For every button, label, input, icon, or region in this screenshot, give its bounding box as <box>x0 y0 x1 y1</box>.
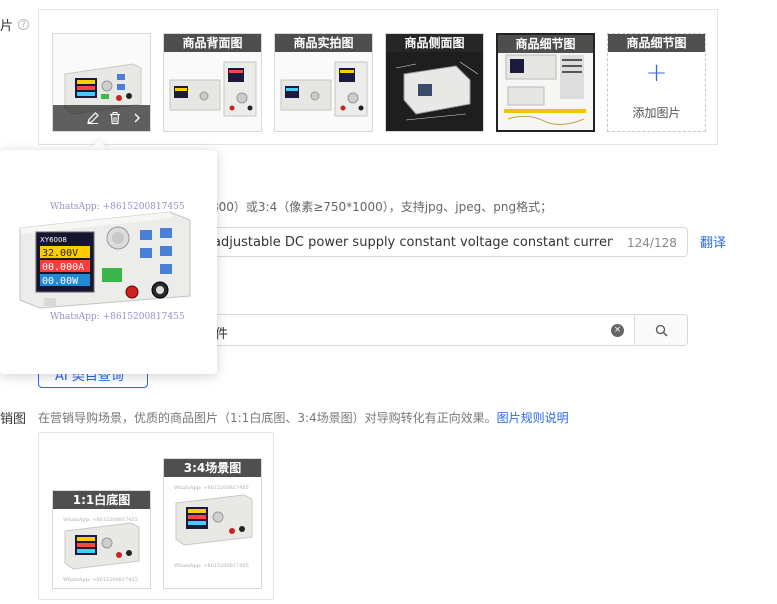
power-readout: 00.00W <box>42 276 79 287</box>
thumb-title: 3:4场景图 <box>164 459 261 477</box>
main-images-panel: 商品背面图 商品实拍图 商品侧面图 商品细节图 商品细节图 + 添加图片 <box>38 9 718 145</box>
main-image-thumb-1[interactable] <box>52 33 151 132</box>
main-image-thumb-2[interactable]: 商品背面图 <box>163 33 262 132</box>
thumb-toolbar <box>53 105 150 131</box>
marketing-images-label: 销图 <box>0 412 27 427</box>
power-supply-preview-photo: XY6008 32.00V 00.000A 00.00W <box>19 211 191 309</box>
svg-text:WhatsApp: +8615200817455: WhatsApp: +8615200817455 <box>63 577 138 583</box>
image-rules-link[interactable]: 图片规则说明 <box>497 411 569 425</box>
thumb-title: 商品实拍图 <box>275 34 372 52</box>
watermark-bottom: WhatsApp: +8615200817455 <box>50 312 185 322</box>
category-search-input[interactable]: 件 × <box>195 314 635 346</box>
chevron-right-icon[interactable] <box>130 111 144 125</box>
main-images-label: 片 <box>0 19 14 34</box>
category-search-button[interactable] <box>634 314 688 346</box>
edit-icon[interactable] <box>86 111 100 125</box>
square-white-image[interactable]: WhatsApp: +8615200817455 WhatsApp: +8615… <box>52 490 151 589</box>
title-input[interactable]: adjustable DC power supply constant volt… <box>195 227 688 257</box>
help-icon[interactable]: ? <box>18 19 29 30</box>
marketing-hint: 在营销导购场景，优质的商品图片（1:1白底图、3:4场景图）对导购转化有正向效果… <box>38 409 569 426</box>
portrait-scene-image[interactable]: WhatsApp: +8615200817455 WhatsApp: +8615… <box>163 458 262 589</box>
plus-icon: + <box>645 58 668 88</box>
svg-text:WhatsApp: +8615200817455: WhatsApp: +8615200817455 <box>174 563 249 569</box>
delete-icon[interactable] <box>108 111 122 125</box>
title-input-value: adjustable DC power supply constant volt… <box>213 235 613 250</box>
thumb-title: 商品侧面图 <box>386 34 483 52</box>
svg-text:WhatsApp: +8615200817455: WhatsApp: +8615200817455 <box>174 485 249 491</box>
add-image-label: 添加图片 <box>632 106 681 120</box>
translate-link[interactable]: 翻译 <box>700 232 726 251</box>
thumb-title: 1:1白底图 <box>53 491 150 509</box>
thumb-title: 商品细节图 <box>498 35 593 53</box>
current-readout: 00.000A <box>42 262 84 273</box>
search-icon <box>655 324 668 337</box>
marketing-hint-text: 在营销导购场景，优质的商品图片（1:1白底图、3:4场景图）对导购转化有正向效果… <box>38 411 497 425</box>
main-image-thumb-3[interactable]: 商品实拍图 <box>274 33 373 132</box>
voltage-readout: 32.00V <box>42 248 78 259</box>
add-image-button[interactable]: 商品细节图 + 添加图片 <box>607 33 706 132</box>
image-preview-popover: WhatsApp: +8615200817455 XY6008 32.00V 0… <box>0 150 217 374</box>
char-counter: 124/128 <box>627 236 677 250</box>
clear-icon[interactable]: × <box>611 324 624 337</box>
device-brand: XY6008 <box>40 236 67 244</box>
image-format-hint: 800）或3:4（像素≥750*1000），支持jpg、jpeg、png格式； <box>211 200 553 214</box>
svg-text:WhatsApp: +8615200817455: WhatsApp: +8615200817455 <box>63 517 138 523</box>
thumb-title: 商品细节图 <box>608 34 705 52</box>
main-image-thumb-5[interactable]: 商品细节图 <box>496 33 595 132</box>
power-supply-scene-photo: WhatsApp: +8615200817455 WhatsApp: +8615… <box>164 459 261 588</box>
thumb-title: 商品背面图 <box>164 34 261 52</box>
main-image-thumb-4[interactable]: 商品侧面图 <box>385 33 484 132</box>
marketing-images-panel: WhatsApp: +8615200817455 WhatsApp: +8615… <box>38 432 274 600</box>
